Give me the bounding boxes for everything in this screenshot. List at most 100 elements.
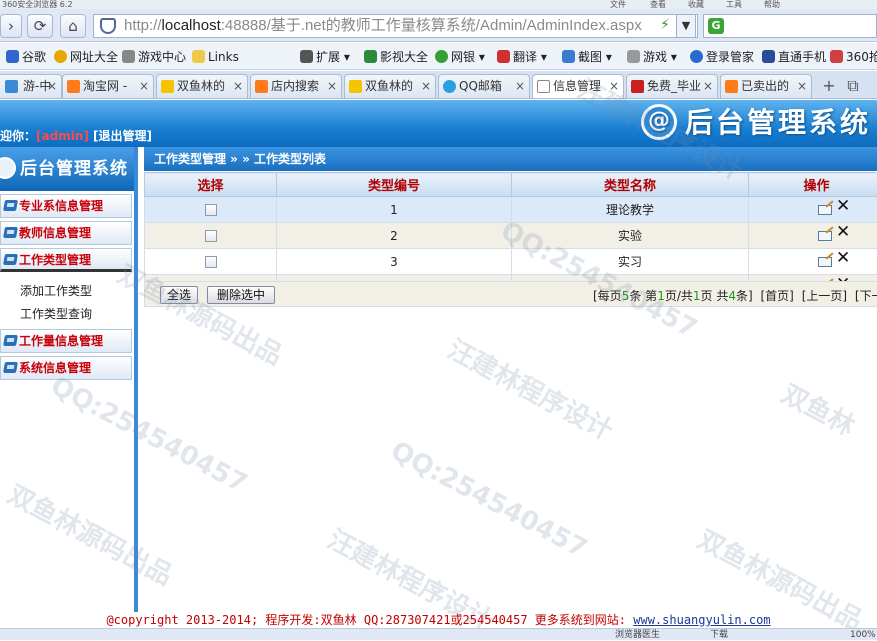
tab-list-icon[interactable]: ⧉ bbox=[842, 75, 864, 97]
browser-doctor[interactable]: 浏览器医生 bbox=[615, 629, 660, 641]
menu-favorites[interactable]: 收藏 bbox=[688, 0, 704, 9]
browser-statusbar: 浏览器医生 下载 100% bbox=[0, 628, 877, 640]
menu-work-type[interactable]: 工作类型管理 bbox=[0, 248, 132, 272]
tab-4[interactable]: 双鱼林的× bbox=[344, 74, 436, 99]
search-engine-icon[interactable]: G bbox=[708, 18, 724, 34]
delete-icon[interactable]: ✕ bbox=[836, 197, 850, 215]
bookmark-links[interactable]: Links bbox=[192, 48, 239, 66]
copyright-text: @copyright 2013-2014; 程序开发:双鱼林 QQ:287307… bbox=[106, 613, 633, 627]
select-all-button[interactable]: 全选 bbox=[160, 286, 198, 304]
tab-6-active[interactable]: 信息管理× bbox=[532, 74, 624, 99]
search-box[interactable]: G bbox=[703, 14, 877, 38]
first-page-link[interactable]: [首页] bbox=[761, 289, 794, 303]
system-logo-icon bbox=[0, 157, 16, 179]
close-icon[interactable]: × bbox=[515, 75, 525, 98]
menu-icon bbox=[3, 254, 18, 265]
close-icon[interactable]: × bbox=[609, 75, 619, 98]
phone-icon bbox=[762, 50, 775, 63]
close-icon[interactable]: × bbox=[47, 75, 57, 98]
tab-5[interactable]: QQ邮箱× bbox=[438, 74, 530, 99]
bookmarks-bar: 谷歌 网址大全 游戏中心 Links 扩展 ▾ 影视大全 网银 ▾ 翻译 ▾ 截… bbox=[0, 43, 877, 70]
download-status[interactable]: 下载 bbox=[710, 629, 728, 641]
speed-mode-icon[interactable]: ⚡ bbox=[655, 14, 675, 38]
address-dropdown-icon[interactable]: ▼ bbox=[676, 14, 696, 38]
bookmark-360[interactable]: 360抢 bbox=[830, 48, 877, 66]
folder-icon bbox=[192, 50, 205, 63]
close-icon[interactable]: × bbox=[327, 75, 337, 98]
tab-8[interactable]: 已卖出的× bbox=[720, 74, 812, 99]
bookmark-translate[interactable]: 翻译 ▾ bbox=[497, 48, 547, 66]
current-page: 1 bbox=[657, 289, 665, 303]
close-icon[interactable]: × bbox=[797, 75, 807, 98]
video-icon bbox=[364, 50, 377, 63]
submenu-query-work-type[interactable]: 工作类型查询 bbox=[20, 303, 134, 326]
bookmark-hao[interactable]: 网址大全 bbox=[54, 48, 118, 66]
menu-system[interactable]: 系统信息管理 bbox=[0, 356, 132, 380]
logout-link[interactable]: [退出管理] bbox=[93, 129, 152, 143]
column-actions: 操作 bbox=[749, 173, 877, 197]
extensions-icon bbox=[300, 50, 313, 63]
tab-1[interactable]: 淘宝网 -× bbox=[62, 74, 154, 99]
bookmark-games[interactable]: 游戏中心 bbox=[122, 48, 186, 66]
submenu-add-work-type[interactable]: 添加工作类型 bbox=[20, 280, 134, 303]
edit-icon[interactable] bbox=[818, 231, 832, 241]
google-icon bbox=[6, 50, 19, 63]
bookmark-google[interactable]: 谷歌 bbox=[6, 48, 46, 66]
header-logo: @后台管理系统 bbox=[641, 104, 871, 142]
star-icon bbox=[161, 80, 174, 93]
total-records: 4 bbox=[728, 289, 736, 303]
close-icon[interactable]: × bbox=[421, 75, 431, 98]
bookmark-video[interactable]: 影视大全 bbox=[364, 48, 428, 66]
star-icon bbox=[349, 80, 362, 93]
row-checkbox[interactable] bbox=[205, 230, 217, 242]
gamepad-icon bbox=[122, 50, 135, 63]
menu-help[interactable]: 帮助 bbox=[764, 0, 780, 9]
bookmark-phone[interactable]: 直通手机 bbox=[762, 48, 826, 66]
menu-icon bbox=[3, 335, 18, 346]
website-link[interactable]: www.shuangyulin.com bbox=[633, 613, 770, 627]
column-select: 选择 bbox=[145, 173, 277, 197]
row-checkbox[interactable] bbox=[205, 256, 217, 268]
pager: [每页5条 第1页/共1页 共4条] [首页] [上一页] [下一页] bbox=[593, 287, 877, 304]
cell-type-id: 1 bbox=[277, 197, 512, 223]
menu-teacher[interactable]: 教师信息管理 bbox=[0, 221, 132, 245]
bookmark-screenshot[interactable]: 截图 ▾ bbox=[562, 48, 612, 66]
menu-view[interactable]: 查看 bbox=[650, 0, 666, 9]
delete-icon[interactable]: ✕ bbox=[836, 249, 850, 267]
edit-icon[interactable] bbox=[818, 205, 832, 215]
tab-7[interactable]: 免费_毕业× bbox=[626, 74, 718, 99]
tab-strip: 游-中× 淘宝网 -× 双鱼林的× 店内搜索× 双鱼林的× QQ邮箱× 信息管理… bbox=[0, 71, 877, 99]
bookmark-extensions[interactable]: 扩展 ▾ bbox=[300, 48, 350, 66]
delete-icon[interactable]: ✕ bbox=[836, 223, 850, 241]
bookmark-bank[interactable]: 网银 ▾ bbox=[435, 48, 485, 66]
close-icon[interactable]: × bbox=[703, 75, 713, 98]
refresh-icon[interactable]: ⟳ bbox=[27, 14, 53, 38]
row-checkbox[interactable] bbox=[205, 204, 217, 216]
close-icon[interactable]: × bbox=[233, 75, 243, 98]
tab-icon bbox=[725, 80, 738, 93]
menu-tools[interactable]: 工具 bbox=[726, 0, 742, 9]
page-footer: @copyright 2013-2014; 程序开发:双鱼林 QQ:287307… bbox=[0, 612, 877, 628]
forward-icon[interactable]: › bbox=[0, 14, 22, 38]
bookmark-game[interactable]: 游戏 ▾ bbox=[627, 48, 677, 66]
menu-file[interactable]: 文件 bbox=[610, 0, 626, 9]
username: [admin] bbox=[36, 129, 89, 143]
address-bar[interactable]: http://localhost:48888/基于.net的教师工作量核算系统/… bbox=[93, 14, 698, 38]
tab-3[interactable]: 店内搜索× bbox=[250, 74, 342, 99]
zoom-level[interactable]: 100% bbox=[850, 629, 876, 641]
admin-header: 迎你：[admin] [退出管理] @后台管理系统 bbox=[0, 100, 877, 147]
prev-page-link[interactable]: [上一页] bbox=[802, 289, 847, 303]
menu-workload[interactable]: 工作量信息管理 bbox=[0, 329, 132, 353]
close-icon[interactable]: × bbox=[139, 75, 149, 98]
game-icon bbox=[627, 50, 640, 63]
new-tab-icon[interactable]: + bbox=[818, 75, 840, 97]
menu-department[interactable]: 专业系信息管理 bbox=[0, 194, 132, 218]
main-content: 工作类型管理 » » 工作类型列表 选择 类型编号 类型名称 操作 1 理论教学… bbox=[144, 147, 877, 612]
delete-selected-button[interactable]: 删除选中 bbox=[207, 286, 275, 304]
home-icon[interactable]: ⌂ bbox=[60, 14, 86, 38]
next-page-link[interactable]: [下一页] bbox=[855, 289, 877, 303]
tab-0[interactable]: 游-中× bbox=[0, 74, 62, 99]
bookmark-login-manager[interactable]: 登录管家 bbox=[690, 48, 754, 66]
tab-2[interactable]: 双鱼林的× bbox=[156, 74, 248, 99]
edit-icon[interactable] bbox=[818, 257, 832, 267]
